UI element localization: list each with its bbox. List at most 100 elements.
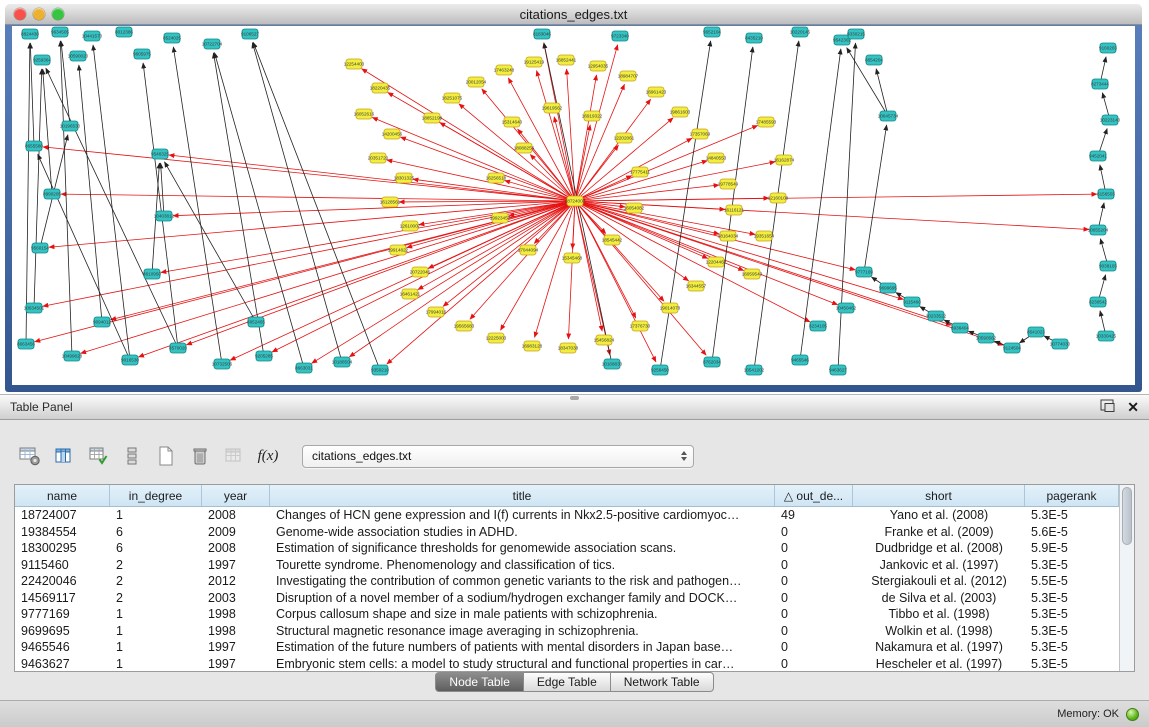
network-node[interactable]: 17775411: [630, 167, 651, 177]
network-node[interactable]: 10168830: [602, 359, 623, 369]
network-node[interactable]: 19351654: [754, 231, 775, 241]
close-panel-icon[interactable]: ✕: [1127, 400, 1139, 414]
network-node[interactable]: 14840553: [706, 153, 727, 163]
table-row[interactable]: 946554611997Estimation of the future num…: [15, 639, 1119, 656]
network-node[interactable]: 19619562: [542, 103, 563, 113]
network-node[interactable]: 8273444: [1091, 79, 1109, 89]
network-node[interactable]: 18545442: [602, 235, 623, 245]
network-node[interactable]: 19778549: [718, 179, 739, 189]
table-selector-dropdown[interactable]: citations_edges.txt: [302, 445, 694, 468]
table-row[interactable]: 1872400712008Changes of HCN gene express…: [15, 507, 1119, 524]
scrollbar-thumb[interactable]: [1122, 487, 1132, 545]
network-node[interactable]: 17463248: [494, 65, 515, 75]
network-node[interactable]: 18301325: [394, 173, 415, 183]
table-row[interactable]: 1938455462009Genome-wide association stu…: [15, 524, 1119, 541]
table-row[interactable]: 969969511998Structural magnetic resonanc…: [15, 623, 1119, 640]
network-node[interactable]: 17357069: [690, 129, 711, 139]
network-node[interactable]: 9452041: [1089, 151, 1107, 161]
network-node[interactable]: 10541202: [744, 365, 765, 375]
network-node[interactable]: 9259364: [33, 55, 51, 65]
network-node[interactable]: 8824430: [21, 29, 39, 39]
network-node[interactable]: 9699695: [879, 283, 897, 293]
network-node[interactable]: 9205285: [255, 351, 273, 361]
network-node[interactable]: 9634505: [51, 27, 69, 37]
close-window-button[interactable]: [14, 8, 26, 20]
window-titlebar[interactable]: citations_edges.txt: [5, 4, 1142, 25]
show-columns-button[interactable]: [50, 442, 78, 470]
network-node[interactable]: 10330425: [1096, 331, 1117, 341]
network-node[interactable]: 18220435: [370, 83, 391, 93]
table-row[interactable]: 2242004622012Investigating the contribut…: [15, 573, 1119, 590]
network-node[interactable]: 9723340: [611, 31, 629, 41]
zoom-window-button[interactable]: [52, 8, 64, 20]
network-node[interactable]: 8435210: [745, 33, 763, 43]
memory-indicator[interactable]: [1126, 708, 1139, 721]
column-header-short[interactable]: short: [853, 485, 1025, 506]
network-node[interactable]: 9465546: [791, 355, 809, 365]
network-node[interactable]: 16461421: [400, 289, 421, 299]
network-node[interactable]: 8663031: [295, 363, 313, 373]
network-node[interactable]: 8852465: [247, 317, 265, 327]
network-node[interactable]: 9038103: [1099, 261, 1117, 271]
network-node[interactable]: 17485593: [756, 117, 777, 127]
network-node[interactable]: 9160203: [1099, 43, 1117, 53]
network-node[interactable]: 15314640: [502, 117, 523, 127]
network-node[interactable]: 10188504: [332, 357, 353, 367]
network-node[interactable]: 18164034: [718, 231, 739, 241]
network-node[interactable]: 16251075: [442, 93, 463, 103]
network-node[interactable]: 10220145: [790, 27, 811, 37]
network-node[interactable]: 10403812: [154, 211, 175, 221]
network-node[interactable]: 8156503: [1097, 189, 1115, 199]
network-node[interactable]: 20012054: [466, 77, 487, 87]
table-row[interactable]: 1830029562008Estimation of significance …: [15, 540, 1119, 557]
tab-node-table[interactable]: Node Table: [435, 672, 524, 692]
network-node[interactable]: 10590020: [68, 51, 89, 61]
network-node[interactable]: 10223140: [1100, 115, 1121, 125]
column-header-pagerank[interactable]: pagerank: [1025, 485, 1119, 506]
network-node[interactable]: 16919322: [582, 111, 603, 121]
network-node[interactable]: 8183046: [533, 29, 551, 39]
column-header-title[interactable]: title: [270, 485, 775, 506]
network-node[interactable]: 9016530: [121, 355, 139, 365]
network-node[interactable]: 16054082: [624, 203, 645, 213]
network-node[interactable]: 20722046: [410, 267, 431, 277]
network-node[interactable]: 19125419: [524, 57, 545, 67]
table-row[interactable]: 911546021997Tourette syndrome. Phenomeno…: [15, 557, 1119, 574]
network-node[interactable]: 8234105: [809, 321, 827, 331]
network-node[interactable]: 8570020: [169, 343, 187, 353]
import-file-button[interactable]: [220, 442, 248, 470]
network-node[interactable]: 15345468: [562, 253, 583, 263]
network-node[interactable]: 8762034: [703, 357, 721, 367]
column-header-name[interactable]: name: [15, 485, 110, 506]
table-options-button[interactable]: [16, 442, 44, 470]
network-node[interactable]: 16128561: [380, 197, 401, 207]
network-node[interactable]: 16983128: [522, 341, 543, 351]
network-node[interactable]: 8230542: [1089, 297, 1107, 307]
network-node[interactable]: 10196530: [60, 121, 81, 131]
network-node[interactable]: 17994016: [426, 307, 447, 317]
network-node[interactable]: 16959543: [742, 269, 763, 279]
network-node[interactable]: 18724007: [565, 196, 586, 206]
network-node[interactable]: 18088256: [514, 143, 535, 153]
network-node[interactable]: 16344557: [686, 281, 707, 291]
network-node[interactable]: 20351720: [368, 153, 389, 163]
network-node[interactable]: 10732506: [212, 359, 233, 369]
network-node[interactable]: 9124504: [1003, 343, 1021, 353]
network-node[interactable]: 19914822: [388, 245, 409, 255]
network-node[interactable]: 16052616: [354, 109, 375, 119]
float-panel-icon[interactable]: [1100, 399, 1115, 415]
network-node[interactable]: 10634501: [24, 303, 45, 313]
network-node[interactable]: 8012386: [115, 27, 133, 37]
network-node[interactable]: 8524025: [163, 33, 181, 43]
network-node[interactable]: 16961423: [646, 87, 667, 97]
network-node[interactable]: 17044094: [518, 245, 539, 255]
network-node[interactable]: 18984707: [618, 71, 639, 81]
network-node[interactable]: 12954035: [588, 61, 609, 71]
network-node[interactable]: 9546325: [151, 149, 169, 159]
network-node[interactable]: 15456824: [594, 335, 615, 345]
table-row[interactable]: 1456911722003Disruption of a novel membe…: [15, 590, 1119, 607]
splitter-handle[interactable]: [570, 396, 579, 400]
network-node[interactable]: 8655580: [25, 141, 43, 151]
column-header-in-degree[interactable]: in_degree: [110, 485, 202, 506]
network-node[interactable]: 9463627: [829, 365, 847, 375]
